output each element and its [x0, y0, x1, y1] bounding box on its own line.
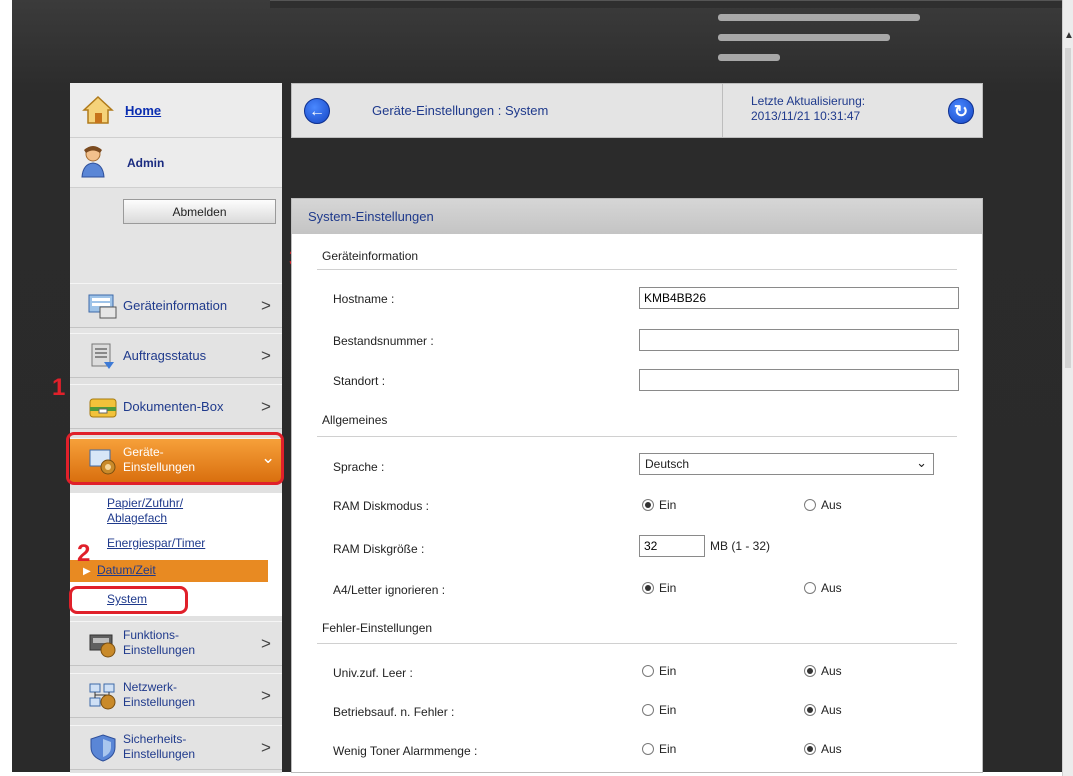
chevron-right-icon: > [261, 686, 271, 705]
language-label: Sprache : [333, 460, 385, 474]
chevron-right-icon: > [261, 397, 271, 416]
ram-disk-size-label: RAM Diskgröße : [333, 542, 425, 556]
back-arrow-icon[interactable]: ← [304, 98, 330, 124]
section-divider [317, 643, 957, 644]
sublink-date-time[interactable]: ▶ Datum/Zeit [70, 560, 268, 582]
asset-number-label: Bestandsnummer : [333, 334, 434, 348]
scrollbar-thumb[interactable] [1065, 48, 1071, 368]
radio-dot [804, 704, 816, 716]
ram-disk-mode-on-radio[interactable]: Ein [642, 498, 676, 512]
panel-title: System-Einstellungen [308, 209, 434, 224]
nav-label: Geräteinformation [123, 298, 228, 313]
nav-item-network-settings[interactable]: Netzwerk- Einstellungen > [70, 673, 282, 718]
radio-dot [804, 743, 816, 755]
nav-label: Auftragsstatus [123, 348, 207, 363]
radio-dot [804, 582, 816, 594]
language-value: Deutsch [645, 457, 690, 471]
redacted-info-line [718, 34, 890, 41]
panel-header: System-Einstellungen [292, 199, 982, 234]
redacted-info-line [718, 54, 780, 61]
job-status-icon [91, 343, 114, 369]
asset-number-field[interactable] [639, 329, 959, 351]
nav-item-security-settings[interactable]: Sicherheits- Einstellungen > [70, 725, 282, 770]
universal-feed-empty-label: Univ.zuf. Leer : [333, 666, 413, 680]
radio-dot [804, 499, 816, 511]
scroll-up-arrow-icon[interactable]: ▲ [1064, 30, 1073, 41]
chevron-right-icon: > [261, 346, 271, 365]
error-continue-on-radio[interactable]: Ein [642, 703, 676, 717]
radio-dot [642, 582, 654, 594]
home-row: Home [70, 83, 282, 138]
network-settings-icon [89, 683, 116, 710]
language-select[interactable]: Deutsch ⌄ [639, 453, 934, 475]
a4-letter-off-radio[interactable]: Aus [804, 581, 842, 595]
section-device-info: Geräteinformation [322, 249, 419, 263]
error-continue-off-radio[interactable]: Aus [804, 703, 842, 717]
device-info-icon [88, 294, 117, 319]
sidebar: Home Admin Abmelden Geräteinformation > … [70, 83, 282, 773]
section-errors: Fehler-Einstellungen [322, 621, 433, 635]
breadcrumb: Geräte-Einstellungen : System [372, 103, 549, 118]
low-toner-alarm-on-radio[interactable]: Ein [642, 742, 676, 756]
redacted-info-line [718, 14, 920, 21]
refresh-icon[interactable]: ↻ [948, 98, 974, 124]
error-continue-label: Betriebsauf. n. Fehler : [333, 705, 455, 719]
low-toner-alarm-off-radio[interactable]: Aus [804, 742, 842, 756]
section-divider [317, 436, 957, 437]
nav-label: Netzwerk- Einstellungen [123, 680, 196, 709]
radio-dot [642, 499, 654, 511]
admin-row: Admin [70, 138, 282, 188]
radio-dot [642, 704, 654, 716]
system-settings-panel: System-Einstellungen Geräteinformation H… [291, 198, 983, 773]
top-strip [270, 0, 1062, 8]
radio-dot [642, 743, 654, 755]
last-updated: Letzte Aktualisierung: 2013/11/21 10:31:4… [751, 94, 866, 123]
location-label: Standort : [333, 374, 386, 388]
hostname-field[interactable] [639, 287, 959, 309]
ram-disk-size-field[interactable] [639, 535, 705, 557]
sublink-paper[interactable]: Papier/Zufuhr/Ablagefach [107, 496, 183, 526]
radio-dot [642, 665, 654, 677]
a4-letter-label: A4/Letter ignorieren : [333, 583, 446, 597]
ram-disk-mode-label: RAM Diskmodus : [333, 499, 430, 513]
user-avatar-icon [81, 146, 105, 178]
shield-icon [90, 734, 116, 762]
logout-button[interactable]: Abmelden [123, 199, 276, 224]
a4-letter-on-radio[interactable]: Ein [642, 581, 676, 595]
home-icon[interactable] [82, 95, 114, 125]
chevron-right-icon: > [261, 738, 271, 757]
header-divider [722, 84, 723, 137]
ram-disk-mode-off-radio[interactable]: Aus [804, 498, 842, 512]
section-general: Allgemeines [322, 413, 388, 427]
chevron-right-icon: > [261, 296, 271, 315]
nav-label: Funktions- Einstellungen [123, 628, 196, 657]
annotation-box-device-settings [66, 432, 284, 485]
ram-disk-size-unit: MB (1 - 32) [710, 539, 771, 553]
home-link[interactable]: Home [125, 103, 161, 118]
universal-feed-empty-off-radio[interactable]: Aus [804, 664, 842, 678]
sublink-energy-timer[interactable]: Energiespar/Timer [107, 536, 205, 551]
universal-feed-empty-on-radio[interactable]: Ein [642, 664, 676, 678]
section-divider [317, 269, 957, 270]
hostname-label: Hostname : [333, 292, 395, 306]
nav-label: Sicherheits- Einstellungen [123, 732, 196, 761]
nav-label: Dokumenten-Box [123, 399, 224, 414]
annotation-number: 1 [52, 374, 66, 401]
nav-item-job-status[interactable]: Auftragsstatus > [70, 333, 282, 378]
document-box-icon [89, 398, 117, 418]
chevron-down-icon: ⌄ [916, 455, 927, 470]
window-frame-left [0, 0, 12, 776]
radio-dot [804, 665, 816, 677]
header-bar: ← Geräte-Einstellungen : System Letzte A… [291, 83, 983, 138]
nav-item-document-box[interactable]: Dokumenten-Box > [70, 384, 282, 429]
admin-label: Admin [127, 156, 165, 170]
annotation-box-system [69, 586, 188, 614]
low-toner-alarm-label: Wenig Toner Alarmmenge : [333, 744, 478, 758]
function-settings-icon [89, 634, 116, 658]
annotation-number: 2 [77, 540, 91, 567]
chevron-right-icon: > [261, 634, 271, 653]
nav-item-device-info[interactable]: Geräteinformation > [70, 283, 282, 328]
location-field[interactable] [639, 369, 959, 391]
nav-item-function-settings[interactable]: Funktions- Einstellungen > [70, 621, 282, 666]
